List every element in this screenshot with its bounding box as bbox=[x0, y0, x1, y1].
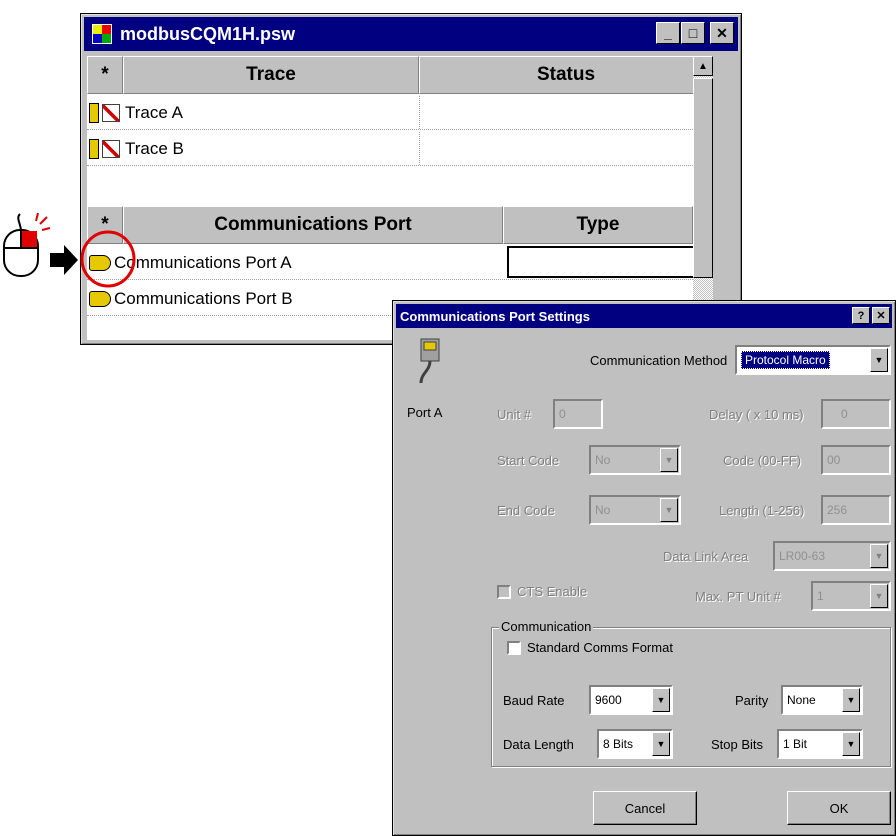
trace-table-star-header: * bbox=[87, 56, 123, 94]
end-code-select[interactable]: No ▼ bbox=[589, 495, 681, 525]
end-code-label: End Code bbox=[497, 503, 555, 518]
chevron-down-icon[interactable]: ▼ bbox=[870, 348, 888, 372]
port-a-label: Port A bbox=[407, 405, 443, 420]
maximize-icon: □ bbox=[688, 25, 698, 41]
dialog-title: Communications Port Settings bbox=[400, 308, 590, 324]
data-link-area-select[interactable]: LR00-63 ▼ bbox=[773, 541, 891, 571]
main-titlebar[interactable]: modbusCQM1H.psw _ □ ✕ bbox=[84, 17, 738, 51]
main-window-title: modbusCQM1H.psw bbox=[120, 23, 296, 44]
dialog-titlebar[interactable]: Communications Port Settings ? ✕ bbox=[396, 304, 892, 328]
ok-button[interactable]: OK bbox=[787, 791, 891, 825]
type-cell-editor[interactable] bbox=[507, 246, 695, 278]
scroll-up-icon: ▲ bbox=[698, 60, 708, 72]
chevron-down-icon[interactable]: ▼ bbox=[842, 732, 860, 756]
chevron-down-icon[interactable]: ▼ bbox=[870, 544, 888, 568]
pointer-arrow-icon bbox=[50, 245, 78, 275]
max-pt-unit-label: Max. PT Unit # bbox=[695, 589, 781, 604]
length-label: Length (1-256) bbox=[719, 503, 805, 518]
max-pt-unit-select[interactable]: 1 ▼ bbox=[811, 581, 891, 611]
status-column-header[interactable]: Status bbox=[419, 56, 713, 94]
chevron-down-icon[interactable]: ▼ bbox=[652, 732, 670, 756]
communication-group-label: Communication bbox=[499, 619, 594, 634]
trace-chart-icon bbox=[102, 103, 120, 122]
chevron-down-icon[interactable]: ▼ bbox=[660, 448, 678, 472]
chevron-down-icon[interactable]: ▼ bbox=[842, 688, 860, 712]
help-icon: ? bbox=[857, 309, 865, 322]
length-input[interactable]: 256 bbox=[821, 495, 891, 525]
trace-marker-icon bbox=[89, 102, 99, 123]
stop-bits-select[interactable]: 1 Bit ▼ bbox=[777, 729, 863, 759]
parity-select[interactable]: None ▼ bbox=[781, 685, 863, 715]
mouse-icon bbox=[3, 212, 51, 277]
close-icon: ✕ bbox=[876, 310, 886, 322]
trace-column-header[interactable]: Trace bbox=[123, 56, 419, 94]
cts-enable-checkbox[interactable] bbox=[497, 585, 511, 599]
close-button[interactable]: ✕ bbox=[710, 22, 734, 44]
code-input[interactable]: 00 bbox=[821, 445, 891, 475]
start-code-label: Start Code bbox=[497, 453, 560, 468]
minimize-icon: _ bbox=[664, 25, 672, 41]
baud-rate-select[interactable]: 9600 ▼ bbox=[589, 685, 673, 715]
help-button[interactable]: ? bbox=[852, 307, 870, 324]
delay-input[interactable]: 0 bbox=[821, 399, 891, 429]
mouse-click-annotation bbox=[3, 212, 136, 288]
app-icon bbox=[92, 24, 112, 44]
unit-input[interactable]: 0 bbox=[553, 399, 603, 429]
close-icon: ✕ bbox=[716, 24, 728, 41]
stop-bits-label: Stop Bits bbox=[711, 737, 764, 752]
delay-label: Delay ( x 10 ms) bbox=[709, 407, 804, 422]
communications-port-settings-dialog: Communications Port Settings ? ✕ Port A … bbox=[392, 300, 896, 836]
chevron-down-icon[interactable]: ▼ bbox=[870, 584, 888, 608]
data-length-label: Data Length bbox=[503, 737, 574, 752]
communication-method-select[interactable]: Protocol Macro ▼ bbox=[735, 345, 891, 375]
parity-label: Parity bbox=[735, 693, 769, 708]
trace-chart-icon bbox=[102, 139, 120, 158]
standard-comms-format-checkbox[interactable] bbox=[507, 641, 521, 655]
data-length-select[interactable]: 8 Bits ▼ bbox=[597, 729, 673, 759]
trace-row-a[interactable]: Trace A bbox=[87, 96, 713, 130]
scroll-thumb[interactable] bbox=[693, 78, 713, 278]
type-column-header[interactable]: Type bbox=[503, 206, 693, 244]
cts-enable-label: CTS Enable bbox=[517, 584, 588, 599]
project-grid: * Trace Status Trace A Trace B * Communi… bbox=[87, 56, 713, 340]
dialog-close-button[interactable]: ✕ bbox=[872, 307, 890, 324]
trace-row-b[interactable]: Trace B bbox=[87, 132, 713, 166]
vertical-scrollbar[interactable]: ▲ bbox=[693, 56, 713, 340]
communications-port-column-header[interactable]: Communications Port bbox=[123, 206, 503, 244]
cancel-button[interactable]: Cancel bbox=[593, 791, 697, 825]
standard-comms-format-label: Standard Comms Format bbox=[527, 640, 673, 655]
data-link-area-label: Data Link Area bbox=[663, 549, 749, 564]
minimize-button[interactable]: _ bbox=[656, 22, 680, 44]
highlight-circle bbox=[80, 230, 136, 288]
unit-label: Unit # bbox=[497, 407, 531, 422]
serial-port-icon bbox=[419, 338, 440, 384]
communication-method-label: Communication Method bbox=[590, 353, 728, 368]
chevron-down-icon[interactable]: ▼ bbox=[660, 498, 678, 522]
code-label: Code (00-FF) bbox=[723, 453, 802, 468]
chevron-down-icon[interactable]: ▼ bbox=[652, 688, 670, 712]
baud-rate-label: Baud Rate bbox=[503, 693, 565, 708]
scroll-up-button[interactable]: ▲ bbox=[693, 56, 713, 76]
main-window: modbusCQM1H.psw _ □ ✕ * Trace Status Tra… bbox=[80, 13, 742, 345]
trace-marker-icon bbox=[89, 138, 99, 159]
maximize-button[interactable]: □ bbox=[681, 22, 705, 44]
start-code-select[interactable]: No ▼ bbox=[589, 445, 681, 475]
